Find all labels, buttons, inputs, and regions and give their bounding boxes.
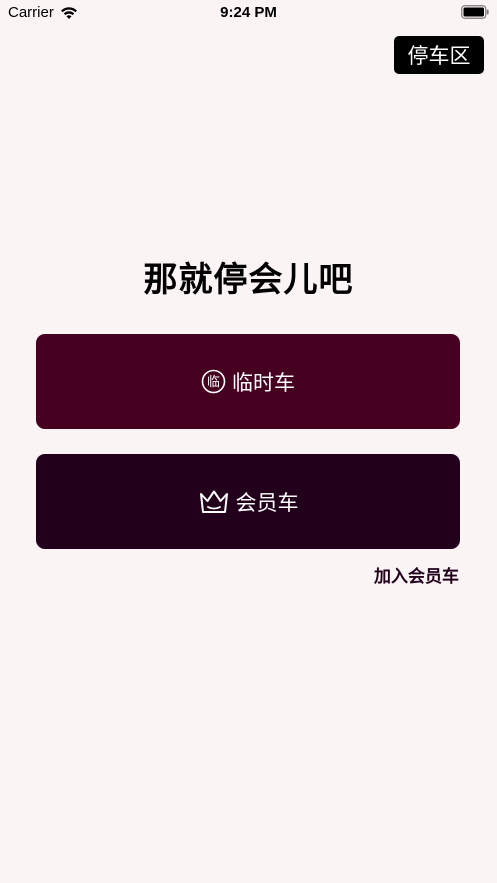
crown-icon	[199, 490, 228, 513]
temporary-car-label: 临时车	[232, 370, 295, 395]
member-car-label: 会员车	[235, 490, 299, 515]
status-time: 9:24 PM	[220, 4, 277, 21]
temporary-badge-icon: 临	[201, 369, 226, 394]
page-title: 那就停会儿吧	[143, 260, 354, 300]
member-car-button[interactable]: 会员车	[36, 454, 460, 549]
battery-icon	[461, 5, 489, 19]
temporary-badge-glyph: 临	[207, 375, 220, 390]
parking-area-button[interactable]: 停车区	[394, 36, 484, 74]
status-bar: Carrier 9:24 PM	[0, 0, 497, 26]
temporary-car-button[interactable]: 临 临时车	[36, 334, 460, 429]
join-member-link[interactable]: 加入会员车	[374, 562, 459, 587]
